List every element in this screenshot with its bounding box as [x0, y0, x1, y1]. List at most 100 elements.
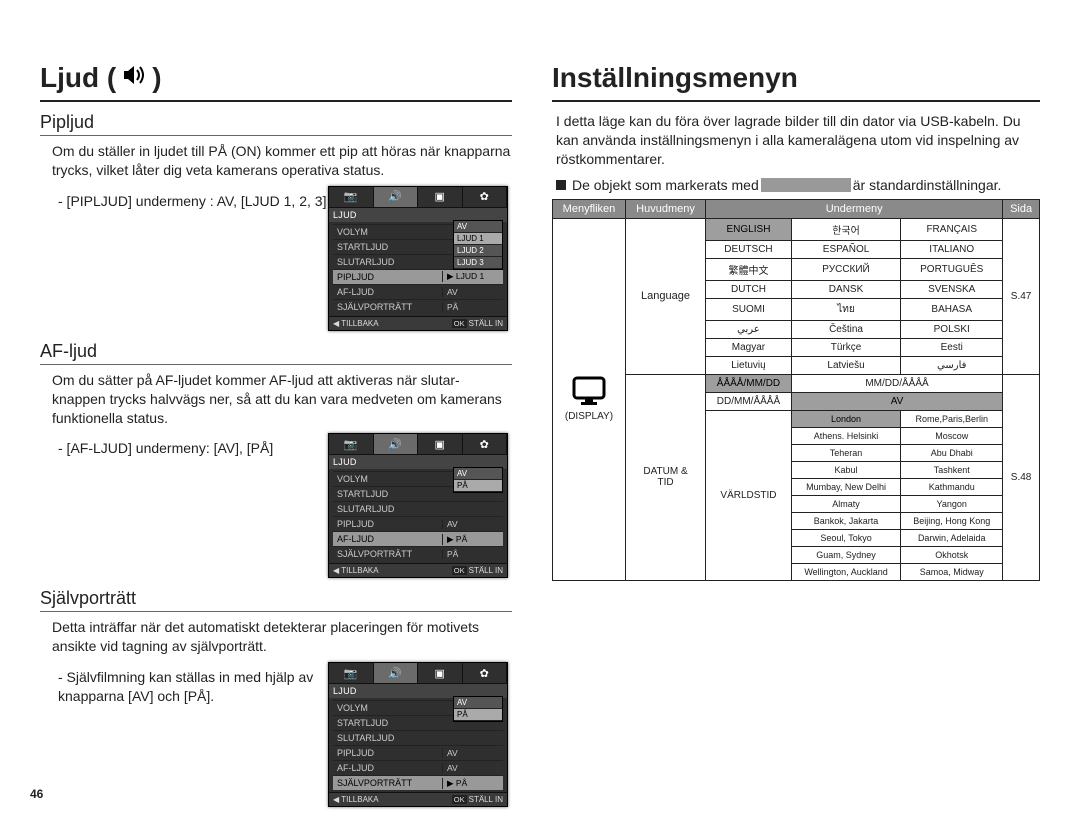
bullet-pre: De objekt som markerats med: [572, 177, 759, 193]
cam-footer-ok: OKSTÄLL IN: [452, 319, 503, 328]
cam-tabs: 📷 🔊 ▣ ✿: [329, 187, 507, 208]
popup-item: PÅ: [454, 480, 502, 492]
section-heading: AF-ljud: [40, 341, 512, 365]
language-option: SUOMI: [706, 298, 792, 320]
bullet-post: är standardinställningar.: [853, 177, 1002, 193]
cam-tab-camera-icon: 📷: [329, 187, 374, 207]
section-heading: Självporträtt: [40, 588, 512, 612]
default-note: De objekt som markerats med är standardi…: [556, 177, 1040, 193]
cam-row-value: ▶ LJUD 1: [442, 271, 503, 282]
camera-menu-screenshot: 📷 🔊 ▣ ✿ LJUD VOLYM STARTLJUD SLUTARLJUD …: [328, 186, 508, 331]
cam-popup: AVPÅ: [453, 696, 503, 722]
cam-row-label: SJÄLVPORTRÄTT: [333, 302, 442, 312]
cam-footer-back: ◀ TILLBAKA: [333, 319, 379, 328]
cam-tabs: 📷 🔊 ▣ ✿: [329, 434, 507, 455]
cam-row-value: AV: [442, 287, 503, 297]
popup-item: LJUD 3: [454, 257, 502, 269]
cam-tabs: 📷 🔊 ▣ ✿: [329, 663, 507, 684]
title-text-left: Ljud (: [40, 62, 116, 94]
manual-page: Ljud ( ) Pipljud Om du ställer in ljudet…: [0, 0, 1080, 815]
world-city: Teheran: [791, 444, 900, 461]
settings-table: Menyfliken Huvudmeny Undermeny Sida (DIS…: [552, 199, 1040, 581]
cam-tab-settings-icon: ✿: [463, 434, 508, 454]
world-city: Kathmandu: [901, 478, 1003, 495]
display-icon: [572, 376, 606, 410]
cam-footer: ◀ TILLBAKA OKSTÄLL IN: [329, 563, 507, 577]
page-number: 46: [30, 787, 43, 801]
cam-row-value: ▶ PÅ: [442, 778, 503, 789]
page-ref: S.48: [1003, 374, 1040, 580]
language-option: DANSK: [791, 280, 900, 298]
camera-menu-screenshot: 📷 🔊 ▣ ✿ LJUD VOLYM STARTLJUD SLUTARLJUD …: [328, 433, 508, 578]
world-city: Tashkent: [901, 461, 1003, 478]
language-option: 繁體中文: [706, 258, 792, 280]
th-undermeny: Undermeny: [706, 199, 1003, 218]
section-sub: - Självfilmning kan ställas in med hjälp…: [58, 668, 328, 706]
cam-row-value: ▶ PÅ: [442, 534, 503, 545]
cam-row-label: AF-LJUD: [333, 534, 442, 544]
language-option: DUTCH: [706, 280, 792, 298]
left-column: Ljud ( ) Pipljud Om du ställer in ljudet…: [36, 62, 540, 815]
cam-tab-sound-icon: 🔊: [374, 187, 419, 207]
popup-item: LJUD 1: [454, 233, 502, 245]
world-city: Bankok, Jakarta: [791, 512, 900, 529]
cam-row-label: STARTLJUD: [333, 718, 442, 728]
cam-menu-row: PIPLJUD ▶ LJUD 1: [333, 269, 503, 284]
language-option: عربي: [706, 320, 792, 338]
cam-footer: ◀ TILLBAKA OKSTÄLL IN: [329, 792, 507, 806]
table-row: (DISPLAY) LanguageENGLISH한국어FRANÇAISS.47: [553, 218, 1040, 240]
th-sida: Sida: [1003, 199, 1040, 218]
cam-row-label: PIPLJUD: [333, 272, 442, 282]
section-body: Om du sätter på AF-ljudet kommer AF-ljud…: [52, 371, 512, 428]
world-city: Athens. Helsinki: [791, 427, 900, 444]
language-option: РУССКИЙ: [791, 258, 900, 280]
cam-footer-back: ◀ TILLBAKA: [333, 795, 379, 804]
cam-rows: VOLYM STARTLJUD SLUTARLJUD PIPLJUD ▶ LJU…: [329, 222, 507, 316]
cam-rows: VOLYM STARTLJUD SLUTARLJUD PIPLJUD AV AF…: [329, 469, 507, 563]
cam-menu-row: SJÄLVPORTRÄTT ▶ PÅ: [333, 775, 503, 790]
language-option: ไทย: [791, 298, 900, 320]
cam-row-label: STARTLJUD: [333, 242, 442, 252]
cam-tab-settings-icon: ✿: [463, 663, 508, 683]
cam-popup: AVPÅ: [453, 467, 503, 493]
cam-row-label: VOLYM: [333, 227, 442, 237]
world-city: Mumbay, New Delhi: [791, 478, 900, 495]
cam-footer-back: ◀ TILLBAKA: [333, 566, 379, 575]
cam-menu-row: SJÄLVPORTRÄTT PÅ: [333, 299, 503, 314]
cam-menu-row: AF-LJUD ▶ PÅ: [333, 531, 503, 546]
world-city: Okhotsk: [901, 546, 1003, 563]
world-city: Wellington, Auckland: [791, 563, 900, 580]
cam-menu-row: SJÄLVPORTRÄTT PÅ: [333, 546, 503, 561]
language-option: Lietuvių: [706, 356, 792, 374]
world-city: Kabul: [791, 461, 900, 478]
cam-rows: VOLYM STARTLJUD SLUTARLJUD PIPLJUD AV AF…: [329, 698, 507, 792]
cam-row-value: AV: [442, 519, 503, 529]
cam-tab-camera-icon: 📷: [329, 434, 374, 454]
date-format: MM/DD/ÅÅÅÅ: [791, 374, 1002, 392]
language-label: Language: [625, 218, 705, 374]
world-city: Guam, Sydney: [791, 546, 900, 563]
language-option: Magyar: [706, 338, 792, 356]
section-sub: - [AF-LJUD] undermeny: [AV], [PÅ]: [58, 439, 328, 458]
cam-row-label: PIPLJUD: [333, 748, 442, 758]
cam-row-label: PIPLJUD: [333, 519, 442, 529]
world-city: Abu Dhabi: [901, 444, 1003, 461]
popup-item: PÅ: [454, 709, 502, 721]
shaded-sample-box: [761, 178, 851, 192]
language-option: SVENSKA: [901, 280, 1003, 298]
cam-tab-display-icon: ▣: [418, 187, 463, 207]
language-option: 한국어: [791, 218, 900, 240]
section-body: Detta inträffar när det automatiskt dete…: [52, 618, 512, 656]
language-option: Türkçe: [791, 338, 900, 356]
date-format: ÅÅÅÅ/MM/DD: [706, 374, 792, 392]
cam-row-label: SLUTARLJUD: [333, 504, 442, 514]
language-option: ITALIANO: [901, 240, 1003, 258]
table-row: DATUM &TIDÅÅÅÅ/MM/DD MM/DD/ÅÅÅÅS.48: [553, 374, 1040, 392]
cam-menu-row: AF-LJUD AV: [333, 760, 503, 775]
camera-menu-screenshot: 📷 🔊 ▣ ✿ LJUD VOLYM STARTLJUD SLUTARLJUD …: [328, 662, 508, 807]
cam-tab-display-icon: ▣: [418, 434, 463, 454]
world-time-label: VÄRLDSTID: [706, 410, 792, 580]
cam-row-label: VOLYM: [333, 474, 442, 484]
cam-row-label: STARTLJUD: [333, 489, 442, 499]
right-intro: I detta läge kan du föra över lagrade bi…: [556, 112, 1040, 169]
